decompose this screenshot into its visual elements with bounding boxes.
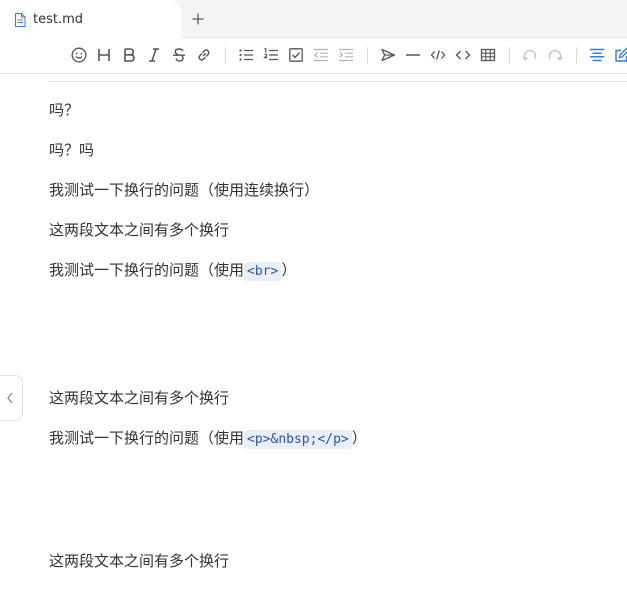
- divider: [48, 81, 627, 82]
- inline-code: <p>&nbsp;</p>: [244, 430, 352, 449]
- bold-icon[interactable]: [119, 45, 139, 65]
- paragraph: 吗？吗: [49, 141, 95, 159]
- strikethrough-icon[interactable]: [169, 45, 189, 65]
- plus-icon[interactable]: [188, 9, 208, 29]
- tab-title: test.md: [33, 11, 84, 27]
- undo-icon[interactable]: [520, 45, 540, 65]
- checkbox-icon[interactable]: [286, 45, 306, 65]
- heading-icon[interactable]: [94, 45, 114, 65]
- italic-icon[interactable]: [144, 45, 164, 65]
- quote-icon[interactable]: [378, 45, 398, 65]
- toolbar-separator: [367, 47, 368, 64]
- paragraph: 吗？: [49, 101, 80, 119]
- outline-icon[interactable]: [587, 45, 607, 65]
- paragraph: 这两段文本之间有多个换行: [49, 389, 230, 407]
- paragraph-text: 我测试一下换行的问题（使用: [49, 261, 245, 279]
- toolbar-separator: [509, 47, 510, 64]
- horizontal-rule-icon[interactable]: [403, 45, 423, 65]
- paragraph: 这两段文本之间有多个换行: [49, 221, 230, 239]
- table-icon[interactable]: [478, 45, 498, 65]
- outdent-icon[interactable]: [311, 45, 331, 65]
- paragraph: 我测试一下换行的问题（使用连续换行）: [49, 181, 320, 199]
- file-doc-icon: [14, 12, 26, 27]
- redo-icon[interactable]: [545, 45, 565, 65]
- chevron-left-icon: [6, 389, 14, 408]
- paragraph: 这两段文本之间有多个换行: [49, 552, 230, 570]
- paragraph-text: ）: [281, 261, 297, 279]
- tab-test-md[interactable]: test.md: [0, 0, 181, 38]
- paragraph: 我测试一下换行的问题（使用 <br>）: [49, 260, 296, 282]
- editor-toolbar: [0, 38, 627, 74]
- indent-icon[interactable]: [336, 45, 356, 65]
- editor-content[interactable]: 吗？ 吗？吗 我测试一下换行的问题（使用连续换行） 这两段文本之间有多个换行 我…: [0, 74, 627, 616]
- tab-bar: test.md: [0, 0, 627, 38]
- paragraph: 我测试一下换行的问题（使用 <p>&nbsp;</p>）: [49, 428, 367, 450]
- sidebar-collapse-button[interactable]: [0, 375, 23, 421]
- bullet-list-icon[interactable]: [236, 45, 256, 65]
- inline-code: <br>: [244, 262, 282, 281]
- inline-code-icon[interactable]: [428, 45, 448, 65]
- ordered-list-icon[interactable]: [261, 45, 281, 65]
- paragraph-text: ）: [351, 429, 367, 447]
- code-block-icon[interactable]: [453, 45, 473, 65]
- edit-icon[interactable]: [612, 45, 627, 65]
- link-icon[interactable]: [194, 45, 214, 65]
- toolbar-separator: [225, 47, 226, 64]
- paragraph-text: 我测试一下换行的问题（使用: [49, 429, 245, 447]
- toolbar-separator: [576, 47, 577, 64]
- emoji-icon[interactable]: [69, 45, 89, 65]
